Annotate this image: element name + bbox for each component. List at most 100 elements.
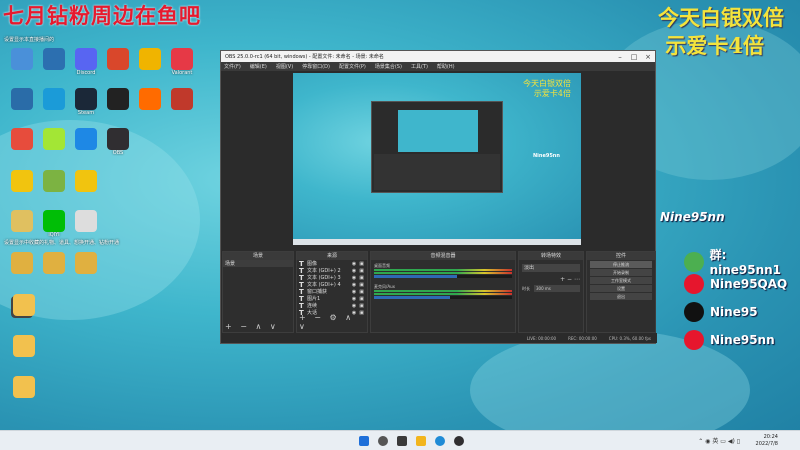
app-icon — [11, 128, 33, 150]
controls-buttons: 停止推流 开始录制 工作室模式 设置 退出 — [587, 261, 655, 300]
scenes-dock-toolbar[interactable]: + − ∧ ∨ — [225, 322, 279, 331]
source-item-label: 图像 — [307, 261, 318, 267]
mixer-track[interactable]: 桌面音频 — [374, 263, 512, 278]
source-item[interactable]: T 文本 (GDI+) 3 ◉ ▣ — [297, 274, 367, 282]
lock-icon[interactable]: ▣ — [359, 296, 364, 302]
folder-icon-glyph — [13, 335, 35, 357]
visibility-icon[interactable]: ◉ — [352, 282, 356, 288]
app-icon — [75, 128, 97, 150]
obs-preview[interactable]: 今天白银双倍 示爱卡4倍 Nine95nn — [293, 73, 581, 245]
app-icon — [75, 170, 97, 192]
start-icon[interactable] — [359, 436, 369, 446]
source-item-label: 文本 (GDI+) 2 — [307, 268, 341, 274]
mixer-dock-title: 音频混音器 — [371, 252, 515, 260]
visibility-icon[interactable]: ◉ — [352, 289, 356, 295]
desktop-icon[interactable] — [66, 252, 106, 274]
source-item[interactable]: T 连续 ◉ ▣ — [297, 302, 367, 310]
menu-item[interactable]: 编辑(E) — [250, 63, 267, 70]
source-item[interactable]: T 图像 ◉ ▣ — [297, 260, 367, 268]
visibility-icon[interactable]: ◉ — [352, 275, 356, 281]
source-item-label: 窗口捕获 — [307, 289, 328, 295]
menu-item[interactable]: 场景集合(S) — [375, 63, 402, 70]
preview-taskbar — [293, 239, 581, 245]
app-icon — [43, 88, 65, 110]
app-icon — [75, 210, 97, 232]
folder-icon[interactable] — [4, 335, 44, 357]
transition-add-remove[interactable]: + − ⋯ — [522, 276, 580, 283]
desktop-icon-label: iQIYI — [48, 232, 60, 238]
scenes-dock[interactable]: 场景 场景 + − ∧ ∨ — [222, 251, 294, 333]
menu-item[interactable]: 配置文件(P) — [339, 63, 366, 70]
source-item[interactable]: T 文本 (GDI+) 2 ◉ ▣ — [297, 267, 367, 275]
volume-slider[interactable] — [374, 296, 512, 299]
lock-icon[interactable]: ▣ — [359, 282, 364, 288]
mixer-track[interactable]: 麦克风/Aux — [374, 284, 512, 299]
sources-dock-toolbar[interactable]: + − ⚙ ∧ ∨ — [299, 313, 367, 331]
obs-taskbar-icon[interactable] — [454, 436, 464, 446]
visibility-icon[interactable]: ◉ — [352, 303, 356, 309]
control-button[interactable]: 停止推流 — [590, 261, 652, 268]
folder-icon[interactable] — [4, 294, 44, 316]
desktop-icon[interactable] — [162, 88, 202, 110]
obs-window[interactable]: OBS 25.0.0-rc1 (64 bit, windows) - 配置文件:… — [220, 50, 657, 344]
source-item-label: 图片1 — [307, 296, 321, 302]
source-item[interactable]: T 窗口捕获 ◉ ▣ — [297, 288, 367, 296]
app-icon — [171, 48, 193, 70]
lock-icon[interactable]: ▣ — [359, 289, 364, 295]
app-icon — [139, 88, 161, 110]
visibility-icon[interactable]: ◉ — [352, 296, 356, 302]
transitions-dock[interactable]: 转场特效 淡出 + − ⋯ 时长 300 ms — [518, 251, 584, 333]
transition-select[interactable]: 淡出 — [522, 264, 580, 272]
sources-dock[interactable]: 来源 T 图像 ◉ ▣ T 文本 (GDI+) 2 ◉ ▣ T 文本 (GDI+) 3 ◉ ▣ T 文本 … — [296, 251, 368, 333]
app-icon — [107, 48, 129, 70]
source-item[interactable]: T 文本 (GDI+) 4 ◉ ▣ — [297, 281, 367, 289]
source-item[interactable]: T 图片1 ◉ ▣ — [297, 295, 367, 303]
minimize-icon[interactable]: – — [613, 53, 627, 61]
search-icon[interactable] — [378, 436, 388, 446]
scene-item[interactable]: 场景 — [223, 260, 293, 267]
menu-item[interactable]: 停靠窗口(D) — [302, 63, 330, 70]
duration-input[interactable]: 300 ms — [534, 285, 580, 292]
menu-item[interactable]: 文件(F) — [224, 63, 241, 70]
folder-icon[interactable] — [4, 376, 44, 398]
control-button[interactable]: 设置 — [590, 285, 652, 292]
controls-dock[interactable]: 控件 停止推流 开始录制 工作室模式 设置 退出 — [586, 251, 656, 333]
lock-icon[interactable]: ▣ — [359, 261, 364, 267]
visibility-icon[interactable]: ◉ — [352, 261, 356, 267]
desktop-icon[interactable]: Valorant — [162, 48, 202, 76]
obs-titlebar[interactable]: OBS 25.0.0-rc1 (64 bit, windows) - 配置文件:… — [221, 51, 655, 62]
control-button[interactable]: 退出 — [590, 293, 652, 300]
taskbar: ⌃ ◉ 英 ▭ ◀) ▯ 20:24 2022/7/8 — [0, 430, 800, 450]
control-button[interactable]: 工作室模式 — [590, 277, 652, 284]
edge-icon[interactable] — [435, 436, 445, 446]
file-explorer-icon[interactable] — [416, 436, 426, 446]
promo-line-1: 今天白银双倍 — [658, 5, 784, 30]
menu-item[interactable]: 视图(V) — [276, 63, 293, 70]
promo-banner-red: 七月钻粉周边在鱼吧 — [3, 3, 201, 28]
mixer-dock[interactable]: 音频混音器 桌面音频麦克风/Aux — [370, 251, 516, 333]
desktop-icon[interactable]: OBS — [98, 128, 138, 156]
desktop-icon-label: OBS — [112, 150, 124, 156]
volume-slider[interactable] — [374, 275, 512, 278]
menu-item[interactable]: 帮助(H) — [437, 63, 455, 70]
lock-icon[interactable]: ▣ — [359, 303, 364, 309]
menu-item[interactable]: 工具(T) — [411, 63, 428, 70]
lock-icon[interactable]: ▣ — [359, 268, 364, 274]
volume-meter — [374, 272, 512, 274]
system-tray[interactable]: ⌃ ◉ 英 ▭ ◀) ▯ — [698, 436, 740, 445]
input-language[interactable]: 英 — [712, 438, 718, 445]
desktop-icon[interactable] — [66, 170, 106, 192]
visibility-icon[interactable]: ◉ — [352, 268, 356, 274]
volume-meter — [374, 290, 512, 292]
maximize-icon[interactable]: □ — [627, 53, 641, 61]
live-timer: LIVE: 00:00:00 — [526, 335, 557, 341]
sources-dock-title: 来源 — [297, 252, 367, 260]
control-button[interactable]: 开始录制 — [590, 269, 652, 276]
lock-icon[interactable]: ▣ — [359, 275, 364, 281]
desktop-icon[interactable] — [66, 210, 106, 232]
desktop-note: 设置显示中收藏的礼物、道具、想换开通、钻粉开通 — [4, 240, 120, 246]
clock[interactable]: 20:24 2022/7/8 — [756, 434, 778, 448]
volume-meter — [374, 269, 512, 271]
task-view-icon[interactable] — [397, 436, 407, 446]
close-icon[interactable]: × — [641, 53, 655, 61]
